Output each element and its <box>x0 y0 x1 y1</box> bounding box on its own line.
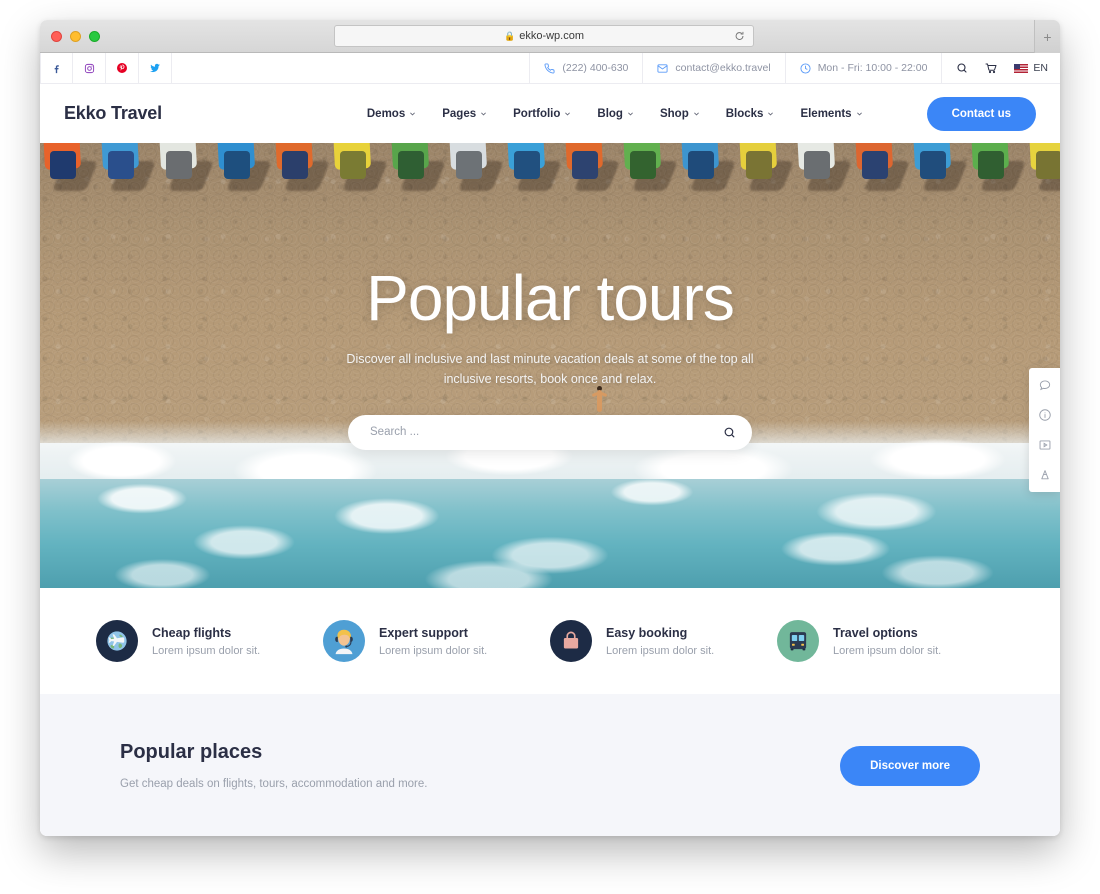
nav-label: Blocks <box>725 107 764 120</box>
popular-places-section: Popular places Get cheap deals on flight… <box>40 694 1060 836</box>
feature-text: Cheap flights Lorem ipsum dolor sit. <box>152 626 260 657</box>
search-input[interactable] <box>370 426 723 438</box>
feature-title: Cheap flights <box>152 625 232 640</box>
hero-search-bar[interactable] <box>348 414 752 450</box>
bus-icon <box>777 620 819 662</box>
info-circle-icon[interactable] <box>1036 406 1054 424</box>
instagram-icon[interactable] <box>73 53 106 84</box>
main-navigation: Demos Pages Portfolio Blog Shop Blocks E… <box>367 96 1036 131</box>
chevron-down-icon <box>565 112 571 116</box>
contact-us-button[interactable]: Contact us <box>926 96 1036 131</box>
hero-title: Popular tours <box>366 262 735 334</box>
minimize-window-button[interactable] <box>70 31 81 42</box>
chevron-down-icon <box>481 112 487 116</box>
feature-easy-booking: Easy booking Lorem ipsum dolor sit. <box>550 620 777 662</box>
hero-section: Popular tours Discover all inclusive and… <box>40 143 1060 588</box>
chat-bubble-icon[interactable] <box>1036 376 1054 394</box>
topbar-contact-info: (222) 400-630 contact@ekko.travel Mon - … <box>529 53 941 84</box>
chevron-down-icon <box>410 112 416 116</box>
nav-label: Shop <box>659 107 689 120</box>
nav-label: Demos <box>366 107 406 120</box>
website-viewport: (222) 400-630 contact@ekko.travel Mon - … <box>40 53 1060 836</box>
chevron-down-icon <box>856 112 862 116</box>
window-controls <box>51 31 100 42</box>
hours-info: Mon - Fri: 10:00 - 22:00 <box>784 53 942 84</box>
handbag-icon <box>550 620 592 662</box>
nav-item-pages[interactable]: Pages <box>442 108 487 120</box>
email-text: contact@ekko.travel <box>675 62 771 74</box>
hero-content: Popular tours Discover all inclusive and… <box>40 143 1060 588</box>
nav-item-blocks[interactable]: Blocks <box>726 108 775 120</box>
browser-chrome: 🔒 ekko-wp.com + <box>40 20 1060 53</box>
search-icon[interactable] <box>956 62 968 74</box>
site-header: Ekko Travel Demos Pages Portfolio Blog S… <box>40 84 1060 143</box>
globe-plane-icon <box>96 620 138 662</box>
topbar-tools: EN <box>941 53 1060 84</box>
reload-icon[interactable] <box>734 31 745 42</box>
feature-text: Easy booking Lorem ipsum dolor sit. <box>606 626 714 657</box>
language-selector[interactable]: EN <box>1014 62 1048 74</box>
nav-label: Elements <box>800 107 852 120</box>
chevron-down-icon <box>768 112 774 116</box>
phone-info[interactable]: (222) 400-630 <box>529 53 642 84</box>
floating-side-widget <box>1029 368 1060 492</box>
url-text: ekko-wp.com <box>519 30 584 42</box>
feature-desc: Lorem ipsum dolor sit. <box>379 644 488 657</box>
features-section: Cheap flights Lorem ipsum dolor sit. Exp… <box>40 588 1060 694</box>
feature-title: Travel options <box>833 625 918 640</box>
browser-window: 🔒 ekko-wp.com + (222) 400-630 contact@ek… <box>40 20 1060 836</box>
facebook-icon[interactable] <box>40 53 73 84</box>
discover-more-button[interactable]: Discover more <box>840 745 980 786</box>
nav-item-demos[interactable]: Demos <box>367 108 416 120</box>
site-logo[interactable]: Ekko Travel <box>64 103 162 124</box>
feature-text: Travel options Lorem ipsum dolor sit. <box>833 626 941 657</box>
popular-places-text: Popular places Get cheap deals on flight… <box>120 741 427 790</box>
feature-cheap-flights: Cheap flights Lorem ipsum dolor sit. <box>96 620 323 662</box>
phone-text: (222) 400-630 <box>562 62 629 74</box>
language-label: EN <box>1033 62 1048 74</box>
nav-label: Blog <box>597 107 623 120</box>
maximize-window-button[interactable] <box>89 31 100 42</box>
utility-topbar: (222) 400-630 contact@ekko.travel Mon - … <box>40 53 1060 84</box>
feature-title: Expert support <box>379 625 468 640</box>
section-title: Popular places <box>120 741 263 763</box>
close-window-button[interactable] <box>51 31 62 42</box>
hero-subtitle: Discover all inclusive and last minute v… <box>346 352 754 387</box>
social-links <box>40 53 172 84</box>
support-agent-icon <box>323 620 365 662</box>
cart-icon[interactable] <box>984 62 998 74</box>
lock-icon: 🔒 <box>503 30 516 41</box>
nav-item-elements[interactable]: Elements <box>800 108 862 120</box>
nav-label: Pages <box>442 107 477 120</box>
hours-text: Mon - Fri: 10:00 - 22:00 <box>817 62 928 74</box>
feature-expert-support: Expert support Lorem ipsum dolor sit. <box>323 620 550 662</box>
search-submit-button[interactable] <box>723 426 736 439</box>
feature-desc: Lorem ipsum dolor sit. <box>606 644 715 657</box>
nav-item-shop[interactable]: Shop <box>660 108 700 120</box>
feature-desc: Lorem ipsum dolor sit. <box>833 644 942 657</box>
feature-text: Expert support Lorem ipsum dolor sit. <box>379 626 487 657</box>
nav-label: Portfolio <box>513 107 561 120</box>
nav-item-portfolio[interactable]: Portfolio <box>513 108 571 120</box>
address-bar[interactable]: 🔒 ekko-wp.com <box>334 25 754 47</box>
email-info[interactable]: contact@ekko.travel <box>642 53 784 84</box>
nav-item-blog[interactable]: Blog <box>597 108 634 120</box>
search-icon <box>724 427 735 437</box>
new-tab-button[interactable]: + <box>1034 20 1060 53</box>
twitter-icon[interactable] <box>139 53 172 84</box>
video-play-icon[interactable] <box>1036 436 1054 454</box>
section-description: Get cheap deals on flights, tours, accom… <box>120 778 428 790</box>
feature-travel-options: Travel options Lorem ipsum dolor sit. <box>777 620 1004 662</box>
feature-desc: Lorem ipsum dolor sit. <box>152 644 261 657</box>
chevron-down-icon <box>693 112 699 116</box>
lamp-icon[interactable] <box>1036 466 1054 484</box>
feature-title: Easy booking <box>606 625 688 640</box>
chevron-down-icon <box>628 112 633 116</box>
pinterest-icon[interactable] <box>106 53 139 84</box>
us-flag-icon <box>1014 63 1029 73</box>
